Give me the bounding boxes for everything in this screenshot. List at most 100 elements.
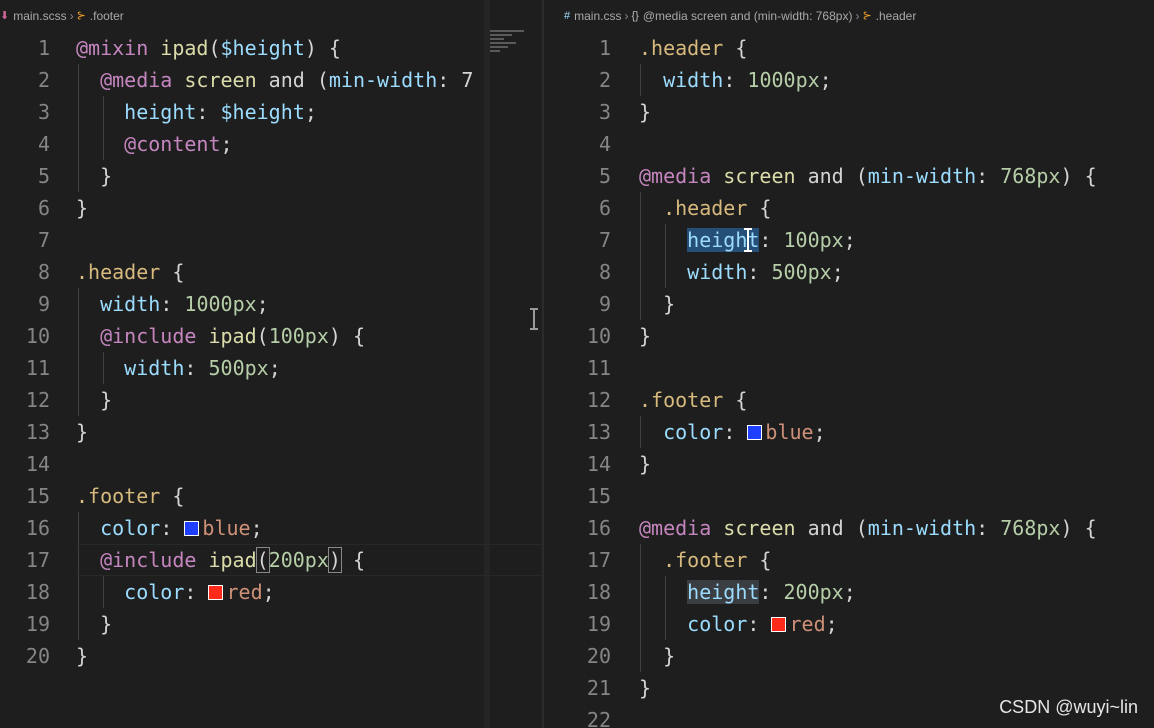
token: { [160, 260, 185, 284]
code-editor[interactable]: 1 @mixin ipad($height) { 2 @media screen … [0, 32, 542, 672]
code-line[interactable]: 13} [0, 416, 542, 448]
breadcrumb: ⬇ main.scss › ⊱ .footer [0, 0, 542, 23]
code-line[interactable]: 4 [544, 128, 1154, 160]
token: ; [250, 516, 263, 540]
line-number: 5 [37, 164, 50, 188]
token: : 7 [437, 68, 474, 92]
code-line[interactable]: 16 color: blue; [0, 512, 542, 544]
token: and ( [795, 164, 868, 188]
color-swatch-blue[interactable] [184, 521, 200, 536]
code-line-active[interactable]: 17 @include ipad(200px) { [0, 544, 542, 576]
code-line[interactable]: 8 .header { [0, 256, 542, 288]
code-line[interactable]: 2 width: 1000px; [544, 64, 1154, 96]
token: 1000px [747, 68, 820, 92]
code-line[interactable]: 10} [544, 320, 1154, 352]
code-line[interactable]: 10 @include ipad(100px) { [0, 320, 542, 352]
token: } [76, 420, 89, 444]
token: ( [208, 36, 221, 60]
token: red [226, 580, 263, 604]
line-number: 1 [37, 36, 50, 60]
code-line[interactable]: 15 .footer { [0, 480, 542, 512]
token: ) { [304, 36, 341, 60]
code-line[interactable]: 14} [544, 448, 1154, 480]
token: { [160, 484, 185, 508]
code-line[interactable]: 4 @content; [0, 128, 542, 160]
code-line[interactable]: 6 .header { [544, 192, 1154, 224]
code-line[interactable]: 5 @media screen and (min-width: 768px) { [544, 160, 1154, 192]
line-number: 20 [586, 644, 611, 668]
color-swatch-red[interactable] [771, 617, 787, 632]
code-line[interactable]: 19 } [0, 608, 542, 640]
code-line[interactable]: 17 .footer { [544, 544, 1154, 576]
code-line[interactable]: 18 color: red; [0, 576, 542, 608]
code-line[interactable]: 12 } [0, 384, 542, 416]
token: } [100, 388, 113, 412]
token: .footer [76, 484, 161, 508]
line-number: 14 [586, 452, 611, 476]
token: : [184, 580, 209, 604]
code-line[interactable]: 13 color: blue; [544, 416, 1154, 448]
breadcrumb-file[interactable]: main.scss [13, 9, 66, 23]
token: width [663, 68, 724, 92]
token: red [789, 612, 826, 636]
line-number: 20 [25, 644, 50, 668]
token: @include [100, 324, 197, 348]
line-number: 8 [598, 260, 611, 284]
token: } [639, 452, 652, 476]
token: 100px [268, 324, 329, 348]
breadcrumb-media[interactable]: @media screen and (min-width: 768px) [643, 9, 853, 23]
code-line[interactable]: 1 @mixin ipad($height) { [0, 32, 542, 64]
token: @mixin [76, 36, 149, 60]
code-line[interactable]: 3} [544, 96, 1154, 128]
token: : [759, 228, 784, 252]
css-file-icon: # [564, 9, 571, 22]
breadcrumb-symbol[interactable]: .header [876, 9, 917, 23]
code-line[interactable]: 9 width: 1000px; [0, 288, 542, 320]
right-editor-pane[interactable]: # main.css › {} @media screen and (min-width… [544, 0, 1154, 728]
code-line[interactable]: 14 [0, 448, 542, 480]
code-line[interactable]: 20} [0, 640, 542, 672]
token: min-width [867, 164, 977, 188]
code-line[interactable]: 20 } [544, 640, 1154, 672]
breadcrumb: # main.css ›{} @media screen and (min-width… [564, 0, 1154, 23]
code-line[interactable]: 9 } [544, 288, 1154, 320]
line-number: 13 [25, 420, 50, 444]
token: { [747, 548, 772, 572]
code-line[interactable]: 15 [544, 480, 1154, 512]
chevron-right-icon: › [855, 8, 860, 23]
line-number: 19 [25, 612, 50, 636]
code-line[interactable]: 5 } [0, 160, 542, 192]
token: blue [765, 420, 814, 444]
line-number: 6 [37, 196, 50, 220]
left-editor-pane[interactable]: ⬇ main.scss › ⊱ .footer 1 @mixin ipad($height… [0, 0, 542, 728]
code-line[interactable]: 11 [544, 352, 1154, 384]
code-line[interactable]: 6} [0, 192, 542, 224]
code-line[interactable]: 7 height: 100px; [544, 224, 1154, 256]
token: screen [723, 516, 796, 540]
token: height [124, 100, 197, 124]
code-line[interactable]: 8 width: 500px; [544, 256, 1154, 288]
token: : [976, 164, 1001, 188]
code-line[interactable]: 1 .header { [544, 32, 1154, 64]
breadcrumb-file[interactable]: main.css [574, 9, 621, 23]
code-line[interactable]: 18 height: 200px; [544, 576, 1154, 608]
code-line[interactable]: 12 .footer { [544, 384, 1154, 416]
code-line[interactable]: 3 height: $height; [0, 96, 542, 128]
color-swatch-blue[interactable] [747, 425, 763, 440]
code-line[interactable]: 7 [0, 224, 542, 256]
token: @include [100, 548, 197, 572]
token: ) { [1060, 164, 1097, 188]
line-number: 1 [598, 36, 611, 60]
code-line[interactable]: 11 width: 500px; [0, 352, 542, 384]
color-swatch-red[interactable] [208, 585, 224, 600]
line-number: 17 [586, 548, 611, 572]
token: 100px [783, 228, 844, 252]
token: } [100, 164, 113, 188]
code-editor[interactable]: 1 .header { 2 width: 1000px; 3} 4 5 @media… [544, 32, 1154, 728]
token: .header [663, 196, 748, 220]
breadcrumb-symbol[interactable]: .footer [90, 9, 124, 23]
code-line[interactable]: 19 color: red; [544, 608, 1154, 640]
code-line[interactable]: 16 @media screen and (min-width: 768px) { [544, 512, 1154, 544]
code-line[interactable]: 2 @media screen and (min-width: 7 [0, 64, 542, 96]
